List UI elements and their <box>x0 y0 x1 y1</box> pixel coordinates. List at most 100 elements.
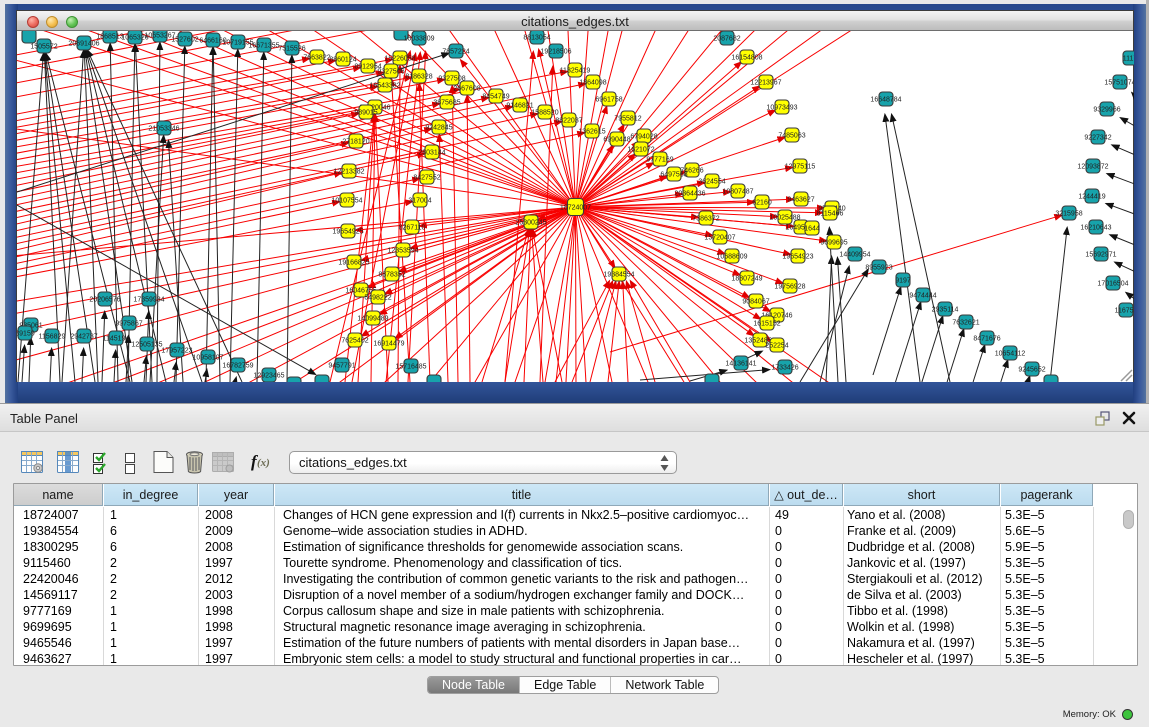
svg-text:9242845: 9242845 <box>425 125 452 132</box>
svg-text:1733426: 1733426 <box>771 365 798 372</box>
svg-text:2935114: 2935114 <box>932 307 959 314</box>
svg-text:9463627: 9463627 <box>787 197 814 204</box>
svg-text:317004: 317004 <box>408 198 431 205</box>
svg-text:8878352: 8878352 <box>378 272 405 279</box>
svg-text:6990448: 6990448 <box>603 137 630 144</box>
svg-text:16543382: 16543382 <box>369 83 400 90</box>
svg-text:19384554: 19384554 <box>603 272 634 279</box>
svg-text:16914479: 16914479 <box>373 341 404 348</box>
svg-text:7515526: 7515526 <box>278 46 305 53</box>
svg-text:15716485: 15716485 <box>395 364 426 371</box>
svg-text:12923465: 12923465 <box>253 373 284 380</box>
svg-text:17359934: 17359934 <box>133 297 164 304</box>
svg-text:14099489: 14099489 <box>357 316 388 323</box>
svg-text:8427552: 8427552 <box>413 175 440 182</box>
svg-text:10688609: 10688609 <box>716 254 747 261</box>
svg-text:39159: 39159 <box>17 331 35 338</box>
svg-text:2803144: 2803144 <box>418 150 445 157</box>
svg-text:7386372: 7386372 <box>692 216 719 223</box>
svg-text:9197: 9197 <box>895 278 911 285</box>
svg-text:9975867: 9975867 <box>115 321 142 328</box>
svg-text:12213967: 12213967 <box>750 80 781 87</box>
svg-text:10107554: 10107554 <box>331 198 362 205</box>
svg-text:19654925: 19654925 <box>332 229 363 236</box>
svg-text:10654112: 10654112 <box>995 351 1026 358</box>
svg-text:20364436: 20364436 <box>674 191 705 198</box>
svg-text:25300245: 25300245 <box>515 220 546 227</box>
svg-text:1621072: 1621072 <box>627 147 654 154</box>
svg-text:15692971: 15692971 <box>1085 252 1116 259</box>
svg-text:9084067: 9084067 <box>742 299 769 306</box>
svg-text:9777169: 9777169 <box>646 157 673 164</box>
svg-text:9146821: 9146821 <box>506 103 533 110</box>
svg-text:16782759: 16782759 <box>222 363 253 370</box>
svg-text:19756928: 19756928 <box>774 284 805 291</box>
svg-text:16210643: 16210643 <box>1080 225 1111 232</box>
svg-text:116753: 116753 <box>1115 308 1134 315</box>
svg-text:17016504: 17016504 <box>1097 281 1128 288</box>
svg-text:18807249: 18807249 <box>731 276 762 283</box>
svg-text:9327506: 9327506 <box>377 69 404 76</box>
svg-text:14409954: 14409954 <box>839 252 870 259</box>
svg-text:12353594: 12353594 <box>387 248 418 255</box>
svg-text:8115466: 8115466 <box>817 211 844 218</box>
svg-text:9699695: 9699695 <box>820 240 847 247</box>
svg-text:8822037: 8822037 <box>555 118 582 125</box>
svg-text:(x): (x) <box>257 457 270 469</box>
svg-text:6961758: 6961758 <box>595 97 622 104</box>
svg-text:1362615: 1362615 <box>578 129 605 136</box>
svg-text:2087682: 2087682 <box>713 36 740 43</box>
svg-text:3215958: 3215958 <box>1055 211 1082 218</box>
svg-text:11325419: 11325419 <box>560 68 591 75</box>
svg-text:6497568: 6497568 <box>660 172 687 179</box>
svg-text:14136141: 14136141 <box>725 361 756 368</box>
svg-text:16648784: 16648784 <box>870 97 901 104</box>
svg-text:6794028: 6794028 <box>630 134 657 141</box>
svg-text:16671355: 16671355 <box>248 43 279 50</box>
svg-text:20691406: 20691406 <box>68 41 99 48</box>
svg-text:2667608: 2667608 <box>453 86 480 93</box>
svg-text:3624554: 3624554 <box>698 179 725 186</box>
svg-text:16154808: 16154808 <box>731 55 762 62</box>
svg-text:18724007: 18724007 <box>560 205 591 212</box>
svg-text:12975115: 12975115 <box>785 164 816 171</box>
svg-text:1868513: 1868513 <box>96 34 123 41</box>
svg-text:8860124: 8860124 <box>329 57 356 64</box>
svg-text:8186328: 8186328 <box>405 74 432 81</box>
svg-text:15751074: 15751074 <box>1104 80 1134 87</box>
svg-text:7625402: 7625402 <box>341 338 368 345</box>
svg-text:5498222: 5498222 <box>364 295 391 302</box>
svg-text:19218506: 19218506 <box>540 49 571 56</box>
svg-text:989015: 989015 <box>354 110 377 117</box>
svg-text:8955923: 8955923 <box>865 265 892 272</box>
svg-text:12093872: 12093872 <box>1077 164 1108 171</box>
svg-text:8267110: 8267110 <box>399 225 426 232</box>
svg-text:16033809: 16033809 <box>403 36 434 43</box>
svg-text:8813054: 8813054 <box>523 35 550 42</box>
svg-text:7485063: 7485063 <box>778 133 805 140</box>
svg-text:3875685: 3875685 <box>433 100 460 107</box>
svg-text:1644: 1644 <box>804 226 820 233</box>
svg-text:2718120: 2718120 <box>342 139 369 146</box>
svg-text:252254: 252254 <box>765 343 788 350</box>
svg-text:21053346: 21053346 <box>148 126 179 133</box>
svg-text:15720407: 15720407 <box>704 235 735 242</box>
svg-text:1156829: 1156829 <box>39 334 66 341</box>
svg-text:9329966: 9329966 <box>1093 107 1120 114</box>
svg-text:17957223: 17957223 <box>161 348 192 355</box>
svg-text:1244419: 1244419 <box>1078 194 1105 201</box>
svg-text:1615152: 1615152 <box>753 321 780 328</box>
svg-text:9457791: 9457791 <box>328 363 355 370</box>
svg-text:12505135: 12505135 <box>131 342 162 349</box>
svg-text:9227342: 9227342 <box>1084 135 1111 142</box>
svg-text:19166825: 19166825 <box>338 260 369 267</box>
svg-text:1505572: 1505572 <box>30 44 57 51</box>
svg-text:62160: 62160 <box>752 200 772 207</box>
svg-text:7663822: 7663822 <box>303 55 330 62</box>
svg-text:10807487: 10807487 <box>722 189 753 196</box>
svg-text:7857224: 7857224 <box>442 49 469 56</box>
svg-text:7632621: 7632621 <box>952 320 979 327</box>
svg-text:1864098: 1864098 <box>579 80 606 87</box>
svg-text:1527602: 1527602 <box>171 37 198 44</box>
svg-text:12213382: 12213382 <box>333 169 364 176</box>
